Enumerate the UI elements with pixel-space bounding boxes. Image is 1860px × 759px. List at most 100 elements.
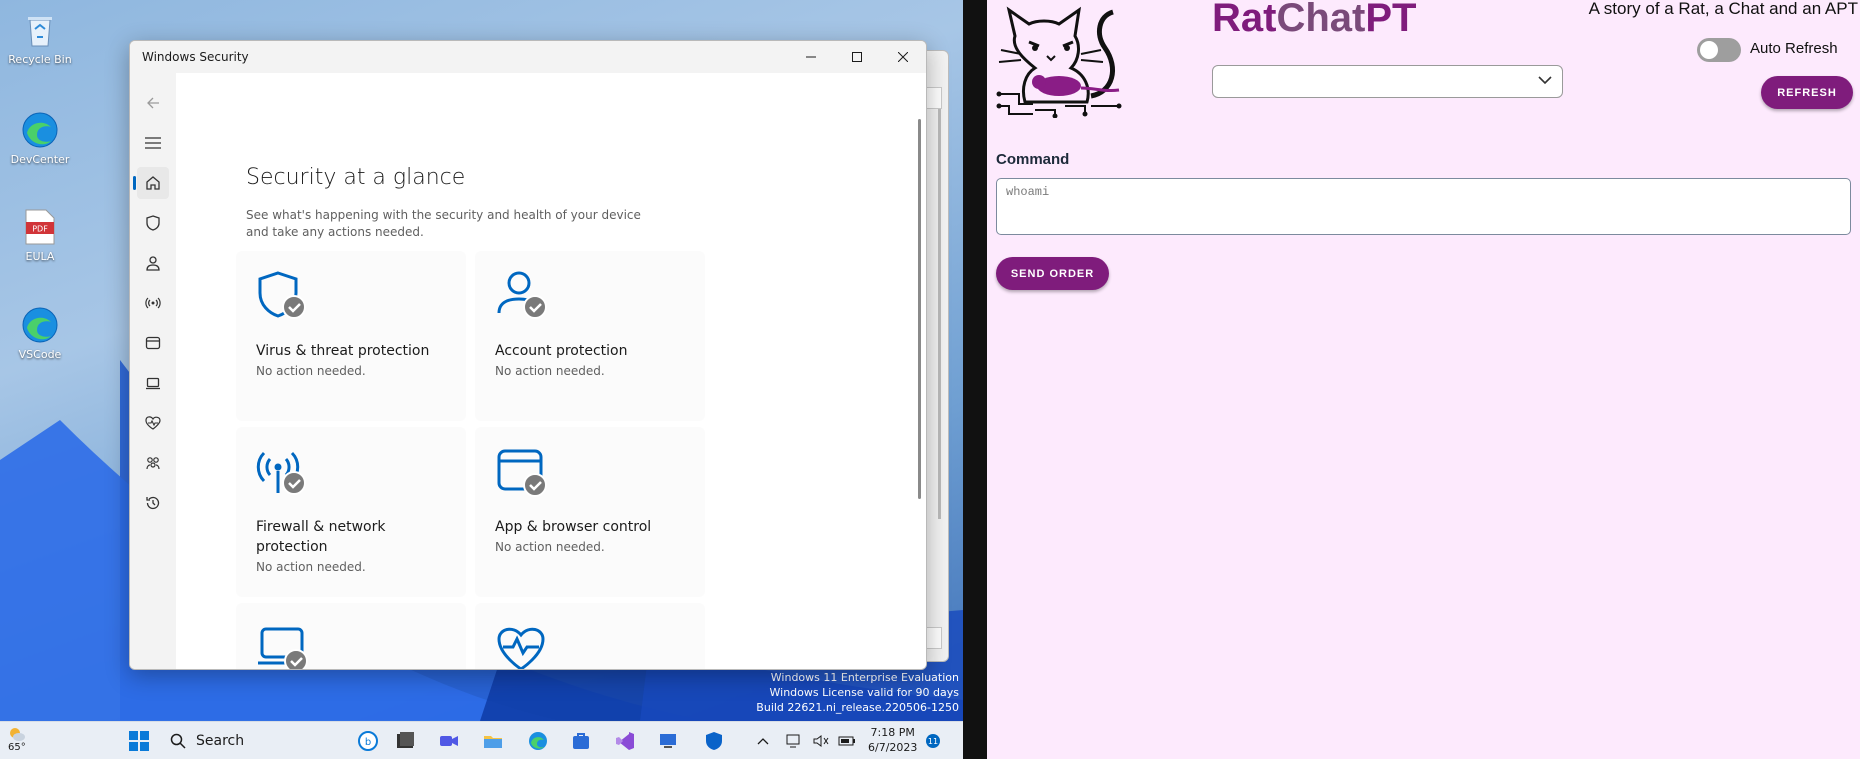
send-order-button[interactable]: SEND ORDER — [996, 257, 1109, 290]
card-status: No action needed. — [495, 364, 605, 378]
page-subtitle: See what's happening with the security a… — [246, 208, 641, 239]
card-app-browser-control[interactable]: App & browser control No action needed. — [475, 427, 705, 597]
shield-icon — [706, 732, 722, 750]
sidebar-item-family-options[interactable] — [137, 447, 169, 479]
notification-badge[interactable]: 11 — [926, 734, 940, 748]
sidebar-item-account-protection[interactable] — [137, 247, 169, 279]
taskbar-windows-security[interactable] — [701, 728, 727, 754]
store-icon — [573, 733, 589, 749]
sidebar-item-protection-history[interactable] — [137, 487, 169, 519]
rat-cat-logo-icon — [996, 6, 1122, 118]
command-textarea[interactable]: whoami — [996, 178, 1851, 235]
shield-check-icon — [258, 271, 306, 319]
card-device-security[interactable] — [236, 603, 466, 669]
shield-icon — [146, 215, 160, 231]
card-firewall-network-protection[interactable]: Firewall & network protection No action … — [236, 427, 466, 597]
taskbar-edge[interactable] — [525, 728, 551, 754]
tray-overflow[interactable] — [754, 728, 772, 754]
person-icon — [146, 256, 160, 271]
weather-widget[interactable]: 65° — [8, 726, 26, 753]
sidebar-item-virus-protection[interactable] — [137, 207, 169, 239]
card-status: No action needed. — [256, 364, 366, 378]
sidebar-item-home[interactable] — [133, 167, 169, 199]
network-icon — [786, 734, 800, 748]
desktop-icon-vscode[interactable]: VSCode — [4, 305, 76, 361]
tray-network[interactable] — [784, 728, 806, 754]
laptop-check-icon — [258, 627, 308, 669]
desktop-icon-devcenter[interactable]: DevCenter — [4, 110, 76, 166]
target-select[interactable] — [1212, 65, 1563, 98]
tray-clock[interactable]: 7:18 PM 6/7/2023 — [868, 725, 917, 755]
taskbar-visual-studio[interactable] — [612, 728, 638, 754]
close-icon — [898, 52, 908, 62]
card-status: No action needed. — [495, 540, 605, 554]
brand-rat: Rat — [1212, 0, 1277, 40]
wireless-signal-icon — [145, 297, 161, 309]
taskbar-store[interactable] — [568, 728, 594, 754]
back-arrow-icon — [147, 97, 159, 109]
heart-pulse-icon — [145, 416, 161, 430]
refresh-button[interactable]: REFRESH — [1761, 76, 1853, 109]
battery-icon — [838, 736, 855, 746]
menu-button[interactable] — [137, 127, 169, 159]
svg-text:PDF: PDF — [32, 225, 48, 234]
auto-refresh-label: Auto Refresh — [1750, 40, 1838, 57]
card-account-protection[interactable]: Account protection No action needed. — [475, 251, 705, 421]
sidebar-item-device-security[interactable] — [137, 367, 169, 399]
taskbar-teams[interactable] — [436, 728, 462, 754]
search-icon — [170, 733, 186, 749]
watermark-line: Windows License valid for 90 days — [769, 686, 960, 699]
recycle-bin-icon — [20, 10, 60, 50]
back-button[interactable] — [137, 87, 169, 119]
background-window-scrollbar — [938, 109, 941, 519]
sidebar-item-device-health[interactable] — [137, 407, 169, 439]
taskbar-terminal[interactable] — [392, 728, 418, 754]
desktop-icon-eula[interactable]: PDF EULA — [4, 207, 76, 263]
content-scrollbar[interactable] — [918, 119, 921, 499]
history-icon — [146, 496, 160, 510]
app-window-check-icon — [497, 449, 547, 497]
close-button[interactable] — [880, 41, 926, 73]
taskbar-bing[interactable]: b — [355, 728, 381, 754]
bing-icon: b — [358, 731, 378, 751]
brand-chat: Chat — [1276, 0, 1366, 40]
minimize-button[interactable] — [788, 41, 834, 73]
edge-icon — [529, 732, 547, 750]
sidebar-item-app-browser[interactable] — [137, 327, 169, 359]
windows-security-window: Windows Security Security at a glance Se… — [129, 40, 927, 670]
page-title: Security at a glance — [246, 165, 466, 190]
chevron-down-icon — [1538, 76, 1552, 85]
auto-refresh-toggle[interactable] — [1697, 38, 1741, 62]
command-label: Command — [996, 151, 1070, 168]
screen-divider — [963, 0, 987, 759]
laptop-icon — [146, 377, 160, 390]
watermark-line: Build 22621.ni_release.220506-1250 — [756, 701, 959, 714]
taskbar-file-explorer[interactable] — [480, 728, 506, 754]
taskbar-remote-desktop[interactable] — [655, 728, 681, 754]
edge-icon — [20, 110, 60, 150]
weather-temp: 65° — [8, 742, 26, 753]
tray-battery[interactable] — [836, 728, 858, 754]
start-button[interactable] — [126, 728, 152, 754]
tray-volume[interactable] — [810, 728, 832, 754]
app-browser-icon — [145, 336, 161, 350]
sidebar-item-firewall[interactable] — [137, 287, 169, 319]
desktop-icon-recycle-bin[interactable]: Recycle Bin — [4, 10, 76, 66]
minimize-icon — [806, 56, 816, 58]
card-title: Virus & threat protection — [256, 343, 430, 359]
taskbar-search[interactable]: Search — [170, 729, 244, 753]
brand-title: RatChatPT — [1212, 0, 1416, 42]
svg-text:b: b — [365, 737, 371, 748]
maximize-button[interactable] — [834, 41, 880, 73]
desktop-icon-label: DevCenter — [10, 153, 70, 166]
window-titlebar[interactable]: Windows Security — [130, 41, 926, 73]
clock-time: 7:18 PM — [870, 726, 915, 739]
edge-icon — [20, 305, 60, 345]
brand-pt: PT — [1365, 0, 1417, 40]
home-icon — [146, 176, 160, 190]
wireless-check-icon — [256, 451, 306, 495]
card-virus-threat-protection[interactable]: Virus & threat protection No action need… — [236, 251, 466, 421]
ratchatpt-panel: RatChatPT A story of a Rat, a Chat and a… — [987, 0, 1860, 759]
card-device-health[interactable] — [475, 603, 705, 669]
video-call-icon — [440, 736, 458, 746]
